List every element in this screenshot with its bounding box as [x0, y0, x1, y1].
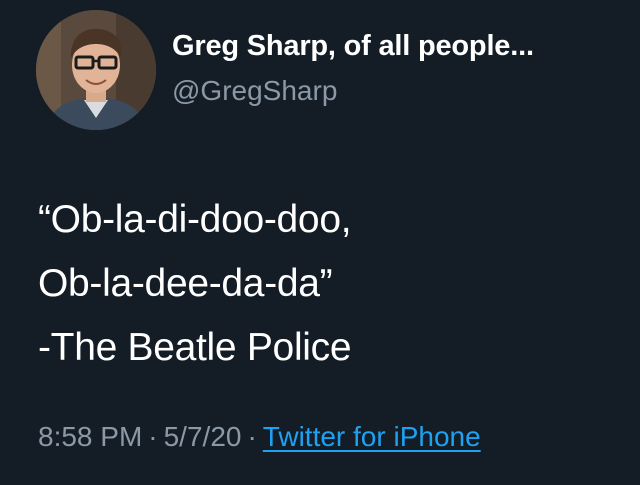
tweet-metadata: 8:58 PM · 5/7/20 · Twitter for iPhone: [38, 421, 481, 453]
meta-separator: ·: [247, 421, 257, 452]
tweet-text-line: Ob-la-dee-da-da”: [38, 262, 333, 305]
tweet-time[interactable]: 8:58 PM: [38, 421, 142, 452]
author-display-name[interactable]: Greg Sharp, of all people...: [172, 30, 534, 63]
meta-separator: ·: [148, 421, 158, 452]
tweet-source-link[interactable]: Twitter for iPhone: [263, 421, 481, 452]
tweet-text: “Ob-la-di-doo-doo, Ob-la-dee-da-da” -The…: [38, 188, 352, 380]
tweet-card: Greg Sharp, of all people... @GregSharp …: [0, 0, 640, 485]
author-handle[interactable]: @GregSharp: [172, 75, 337, 107]
avatar-photo-icon: [36, 10, 156, 130]
tweet-text-line: “Ob-la-di-doo-doo,: [38, 198, 352, 241]
avatar[interactable]: [36, 10, 156, 130]
tweet-date[interactable]: 5/7/20: [164, 421, 242, 452]
tweet-text-line: -The Beatle Police: [38, 326, 352, 369]
